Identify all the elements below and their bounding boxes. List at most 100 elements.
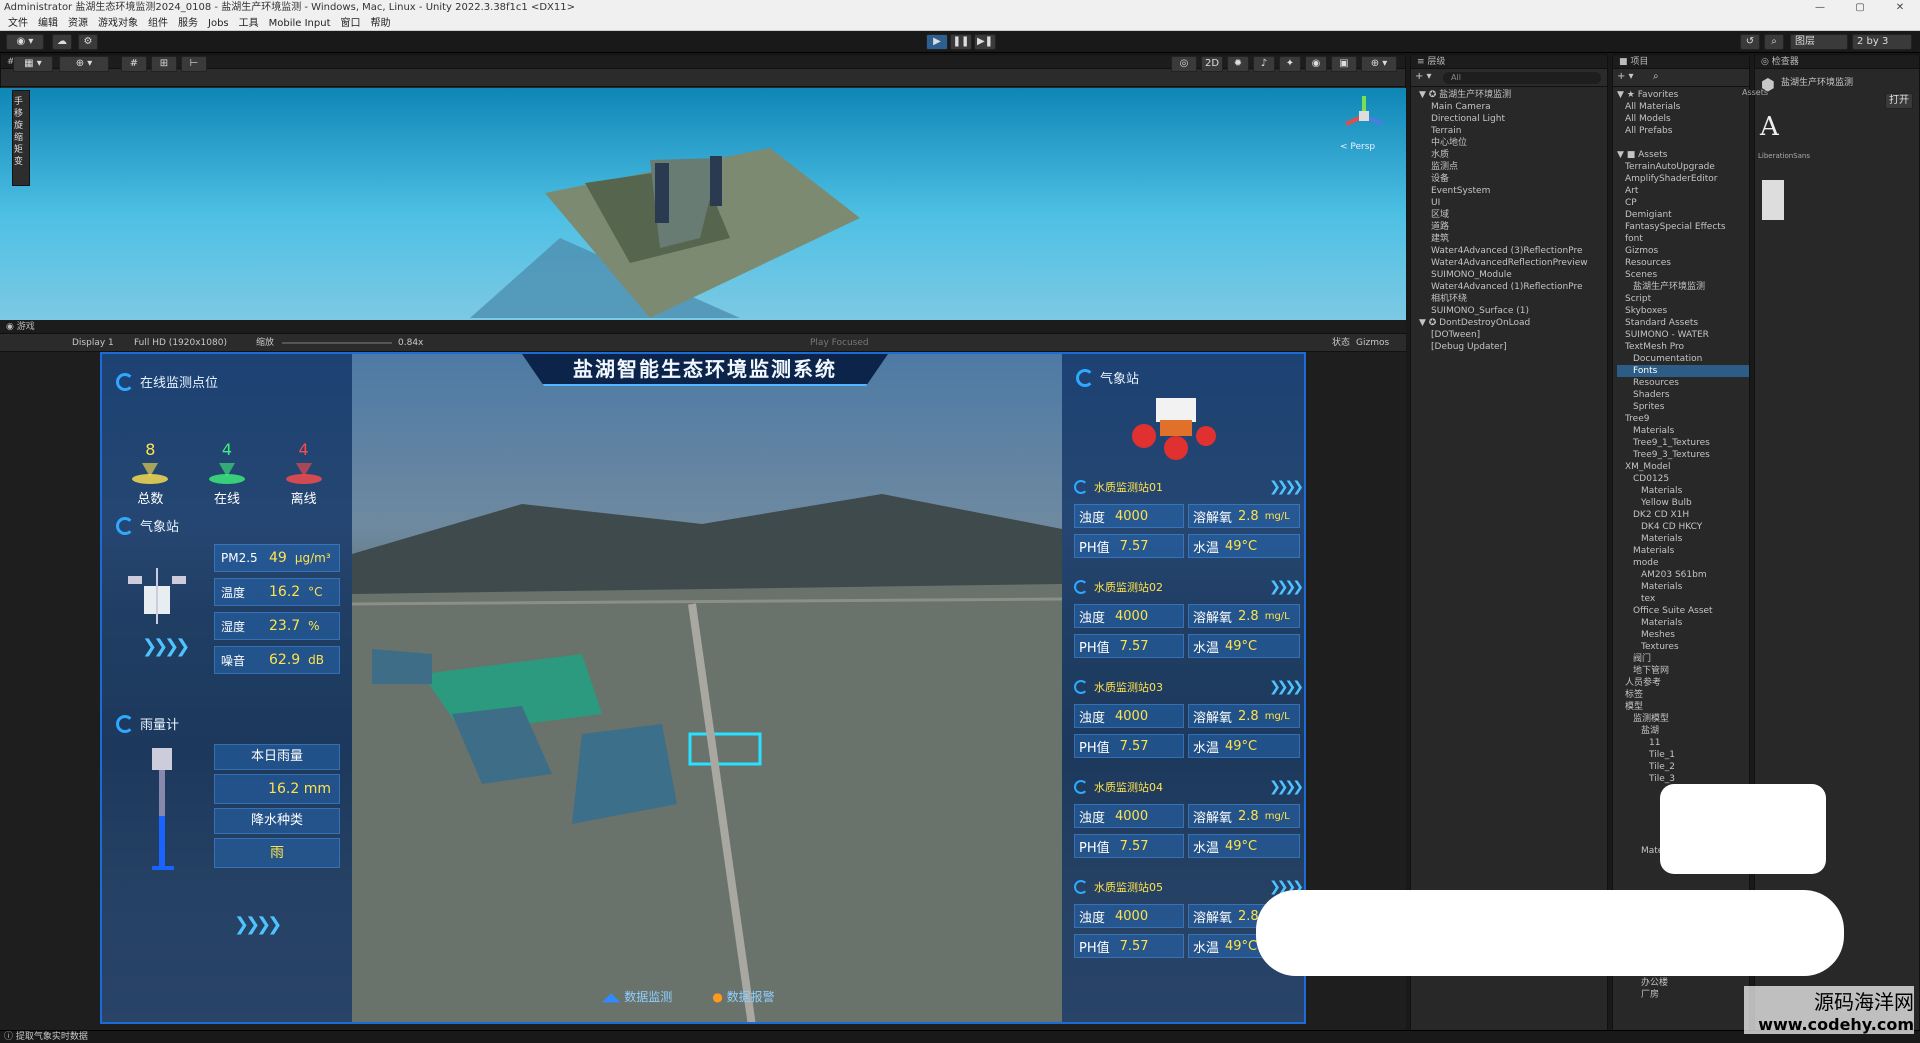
collab-icon[interactable]: ⚙ bbox=[78, 34, 98, 50]
hierarchy-item[interactable]: UI bbox=[1419, 197, 1607, 209]
persp-label[interactable]: < Persp bbox=[1340, 142, 1375, 152]
hierarchy-item[interactable]: Main Camera bbox=[1419, 101, 1607, 113]
project-item[interactable]: Tree9_1_Textures bbox=[1617, 437, 1749, 449]
project-item[interactable]: 人员参考 bbox=[1617, 677, 1749, 689]
project-item[interactable]: font bbox=[1617, 233, 1749, 245]
open-button[interactable]: 打开 bbox=[1885, 93, 1913, 109]
visibility-icon[interactable]: ◉ bbox=[1305, 56, 1327, 72]
hierarchy-item[interactable]: [DOTween] bbox=[1419, 329, 1607, 341]
project-item[interactable]: 盐湖生产环境监测 bbox=[1617, 281, 1749, 293]
search-icon[interactable]: ⌕ bbox=[1764, 34, 1784, 50]
project-item[interactable]: Materials bbox=[1617, 425, 1749, 437]
tab-inspector[interactable]: ◎ 检查器 bbox=[1755, 55, 1919, 69]
hierarchy-item[interactable]: 设备 bbox=[1419, 173, 1607, 185]
snap-icon[interactable]: ⊞ bbox=[151, 56, 177, 72]
add-icon[interactable]: + ▾ bbox=[1617, 71, 1634, 82]
project-item[interactable]: DK4 CD HKCY bbox=[1617, 521, 1749, 533]
project-item[interactable]: All Models bbox=[1617, 113, 1749, 125]
hierarchy-item[interactable]: 中心地位 bbox=[1419, 137, 1607, 149]
menu-item[interactable]: 游戏对象 bbox=[98, 16, 138, 30]
tool-button[interactable]: 缩 bbox=[14, 130, 28, 143]
orbit-icon[interactable]: ◎ bbox=[1171, 56, 1197, 72]
project-item[interactable]: Sprites bbox=[1617, 401, 1749, 413]
project-item[interactable]: Documentation bbox=[1617, 353, 1749, 365]
hierarchy-item[interactable]: Water4AdvancedReflectionPreview bbox=[1419, 257, 1607, 269]
tool-button[interactable]: 旋 bbox=[14, 118, 28, 131]
hierarchy-item[interactable]: Water4Advanced (3)ReflectionPre bbox=[1419, 245, 1607, 257]
pause-button[interactable]: ❚❚ bbox=[950, 34, 972, 50]
project-item[interactable]: 阀门 bbox=[1617, 653, 1749, 665]
project-item[interactable]: Materials bbox=[1617, 485, 1749, 497]
hierarchy-item[interactable]: ▼ ✪ 盐湖生产环境监测 bbox=[1419, 89, 1607, 101]
project-item[interactable]: Standard Assets bbox=[1617, 317, 1749, 329]
maximize-button[interactable]: ▢ bbox=[1840, 0, 1880, 16]
project-item[interactable]: CP bbox=[1617, 197, 1749, 209]
project-item[interactable]: Art bbox=[1617, 185, 1749, 197]
project-item[interactable]: Yellow Bulb bbox=[1617, 497, 1749, 509]
hierarchy-item[interactable]: 区域 bbox=[1419, 209, 1607, 221]
station-card[interactable]: 水质监测站01 ❯❯❯❯ 浊度 4000 溶解氧 2.8 mg/L PH值 7.57 水温 49°C bbox=[1074, 476, 1304, 576]
menu-item[interactable]: 服务 bbox=[178, 16, 198, 30]
project-item[interactable]: Tree9_3_Textures bbox=[1617, 449, 1749, 461]
grid-icon[interactable]: # bbox=[121, 56, 147, 72]
menu-item[interactable]: 组件 bbox=[148, 16, 168, 30]
project-item[interactable]: XM_Model bbox=[1617, 461, 1749, 473]
project-item[interactable]: Materials bbox=[1617, 533, 1749, 545]
project-item[interactable]: Tile_1 bbox=[1617, 749, 1749, 761]
menu-item[interactable]: 资源 bbox=[68, 16, 88, 30]
project-item[interactable]: TerrainAutoUpgrade bbox=[1617, 161, 1749, 173]
hierarchy-item[interactable]: 建筑 bbox=[1419, 233, 1607, 245]
project-item[interactable]: 模型 bbox=[1617, 701, 1749, 713]
step-button[interactable]: ▶❚ bbox=[974, 34, 996, 50]
project-item[interactable]: Resources bbox=[1617, 257, 1749, 269]
fx-icon[interactable]: ✦ bbox=[1279, 56, 1301, 72]
hierarchy-item[interactable]: SUIMONO_Module bbox=[1419, 269, 1607, 281]
project-item[interactable]: AmplifyShaderEditor bbox=[1617, 173, 1749, 185]
data-alarm-button[interactable]: ● 数据报警 bbox=[712, 988, 774, 1005]
menu-item[interactable]: Jobs bbox=[208, 16, 229, 30]
hierarchy-item[interactable]: 道路 bbox=[1419, 221, 1607, 233]
project-item[interactable]: TextMesh Pro bbox=[1617, 341, 1749, 353]
hierarchy-item[interactable]: Directional Light bbox=[1419, 113, 1607, 125]
layers-dropdown[interactable]: 图层 bbox=[1790, 34, 1848, 50]
project-item[interactable]: Shaders bbox=[1617, 389, 1749, 401]
increment-icon[interactable]: ⊢ bbox=[181, 56, 207, 72]
light-icon[interactable]: ✹ bbox=[1227, 56, 1249, 72]
scene-viewport[interactable]: 手移旋缩矩变 < Persp bbox=[0, 88, 1406, 320]
project-item[interactable]: tex bbox=[1617, 593, 1749, 605]
hierarchy-item[interactable]: Terrain bbox=[1419, 125, 1607, 137]
project-item[interactable]: 标签 bbox=[1617, 689, 1749, 701]
project-item[interactable]: Resources bbox=[1617, 377, 1749, 389]
stats-toggle[interactable]: 状态 bbox=[1332, 334, 1350, 352]
hierarchy-item[interactable]: 相机环绕 bbox=[1419, 293, 1607, 305]
layout-dropdown[interactable]: 2 by 3 bbox=[1852, 34, 1912, 50]
account-button[interactable]: ◉ ▾ bbox=[6, 34, 44, 50]
cloud-icon[interactable]: ☁ bbox=[52, 34, 72, 50]
2d-toggle[interactable]: 2D bbox=[1201, 56, 1223, 72]
project-item[interactable]: Materials bbox=[1617, 545, 1749, 557]
hierarchy-item[interactable]: SUIMONO_Surface (1) bbox=[1419, 305, 1607, 317]
gizmos-icon[interactable]: ⊕ ▾ bbox=[1361, 56, 1397, 72]
project-item[interactable]: All Materials bbox=[1617, 101, 1749, 113]
project-item[interactable]: mode bbox=[1617, 557, 1749, 569]
orientation-gizmo[interactable] bbox=[1338, 92, 1390, 140]
shading-dropdown[interactable]: ▦ ▾ bbox=[13, 56, 53, 72]
play-button[interactable]: ▶ bbox=[926, 34, 948, 50]
project-item[interactable] bbox=[1617, 137, 1749, 149]
history-icon[interactable]: ↺ bbox=[1740, 34, 1760, 50]
resolution-dropdown[interactable]: Full HD (1920x1080) bbox=[134, 334, 227, 352]
project-item[interactable]: 地下管网 bbox=[1617, 665, 1749, 677]
game-viewport[interactable]: 盐湖智能生态环境监测系统 在线监测点位 8 总数 4 在线 4 离线 气象站 ❯… bbox=[100, 352, 1306, 1024]
project-item[interactable]: CD0125 bbox=[1617, 473, 1749, 485]
pivot-dropdown[interactable]: ⊕ ▾ bbox=[59, 56, 109, 72]
close-button[interactable]: ✕ bbox=[1880, 0, 1920, 16]
hierarchy-item[interactable]: [Debug Updater] bbox=[1419, 341, 1607, 353]
hierarchy-item[interactable]: 水质 bbox=[1419, 149, 1607, 161]
add-icon[interactable]: + ▾ bbox=[1415, 71, 1432, 82]
menu-item[interactable]: 文件 bbox=[8, 16, 28, 30]
play-focused-dropdown[interactable]: Play Focused bbox=[810, 334, 869, 352]
menu-item[interactable]: 编辑 bbox=[38, 16, 58, 30]
project-item[interactable]: ▼ ★ Favorites bbox=[1617, 89, 1749, 101]
project-item[interactable]: FantasySpecial Effects bbox=[1617, 221, 1749, 233]
project-item[interactable]: Materials bbox=[1617, 617, 1749, 629]
